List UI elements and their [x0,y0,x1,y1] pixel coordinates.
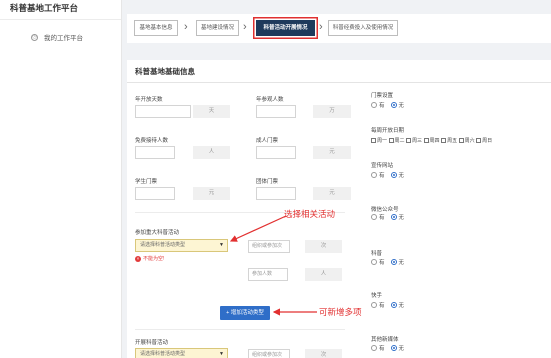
checkbox-wed[interactable]: 周三 [406,137,422,144]
checkbox-thu[interactable]: 周四 [423,137,440,144]
step-funding[interactable]: 科普经费投入及使用情况 [328,20,398,36]
activity2-label: 开展科普活动 [135,340,169,346]
free-reception-unit: 人 [193,146,230,159]
step-construction[interactable]: 基地建设情况 [196,20,239,36]
weekly-open-label: 每周开放日期 [371,128,405,134]
adult-ticket-unit: 元 [313,146,351,159]
radio-yes[interactable]: 有 [371,344,385,352]
radio-no[interactable]: 无 [390,101,404,109]
activity-label: 参加重大科普活动 [135,230,180,236]
ticket-setting-radios: 有 无 [371,101,410,109]
activity-times-input[interactable]: 组织或参加次 [248,240,290,253]
activity-people-placeholder: 参加人数 [252,271,273,277]
activity2-times-input[interactable]: 组织或参加次 [248,349,290,358]
activity-times-unit: 次 [305,240,342,253]
select-activity-annotation: 选择相关活动 [284,209,336,219]
activity2-times-placeholder: 组织或参加次 [252,352,283,358]
activity2-type-select-value: 请选择科普活动类型 [140,351,186,357]
add-activity-type-button[interactable]: + 增加活动类型 [220,306,270,320]
kuaishou-label: 快手 [371,293,383,299]
checkbox-sat[interactable]: 周六 [458,137,475,144]
activity2-times-unit: 次 [305,349,342,358]
open-days-unit: 天 [193,105,230,118]
weibo-radios: 有 无 [371,258,410,266]
ticket-setting-label: 门票设置 [371,93,394,99]
group-ticket-label: 团体门票 [256,179,279,185]
weekly-open-checkboxes: 周一 周二 周三 周四 周五 周六 周日 [371,137,494,144]
error-icon: × [135,255,141,262]
website-radios: 有 无 [371,171,410,179]
chevron-down-icon: ▼ [219,242,224,248]
sidebar-item-my-workbench[interactable]: ◷ 我的工作平台 [31,32,83,42]
group-ticket-input[interactable] [256,187,296,200]
free-reception-input[interactable] [135,146,175,159]
other-media-radios: 有 无 [371,344,410,352]
other-media-label: 其他新媒体 [371,337,399,343]
chevron-right-icon: › [319,21,323,33]
radio-yes[interactable]: 有 [371,213,385,221]
kuaishou-radios: 有 无 [371,301,410,309]
website-label: 宣传网站 [371,163,394,169]
activity-type-select[interactable]: 请选择科普活动类型 ▼ [135,239,228,252]
activity2-type-select[interactable]: 请选择科普活动类型 ▼ [135,348,228,358]
divider [135,329,345,330]
step-nav: 基地基本信息 › 基地建设情况 › 科普活动开展情况 › 科普经费投入及使用情况 [127,14,551,43]
app-brand: 科普基地工作平台 [0,0,121,20]
activity-error-text: 不能为空! [143,256,165,262]
open-days-input[interactable] [135,105,191,118]
checkbox-sun[interactable]: 周日 [476,137,492,144]
radio-no[interactable]: 无 [390,213,404,221]
chevron-down-icon: ▼ [219,351,224,357]
wechat-label: 微信公众号 [371,207,399,213]
checkbox-fri[interactable]: 周五 [441,137,457,144]
radio-no[interactable]: 无 [390,171,404,179]
annual-visitors-unit: 万 [313,105,351,118]
chevron-right-icon: › [243,21,247,33]
adult-ticket-label: 成人门票 [256,138,279,144]
add-more-annotation: 可新增多项 [319,307,362,317]
student-ticket-label: 学生门票 [135,179,158,185]
clock-icon: ◷ [31,33,38,41]
radio-no[interactable]: 无 [390,344,404,352]
free-reception-label: 免费接待人数 [135,138,169,144]
chevron-right-icon: › [184,21,188,33]
radio-no[interactable]: 无 [390,301,404,309]
radio-yes[interactable]: 有 [371,101,385,109]
annual-visitors-label: 年参观人数 [256,97,284,103]
activity-times-placeholder: 组织或参加次 [252,243,283,249]
radio-yes[interactable]: 有 [371,171,385,179]
activity-people-unit: 人 [305,268,342,281]
weibo-label: 科普 [371,251,383,257]
activity-people-input[interactable]: 参加人数 [248,268,288,281]
group-ticket-unit: 元 [313,187,351,200]
annual-visitors-input[interactable] [256,105,296,118]
student-ticket-unit: 元 [193,187,230,200]
checkbox-mon[interactable]: 周一 [371,137,387,144]
radio-yes[interactable]: 有 [371,301,385,309]
radio-yes[interactable]: 有 [371,258,385,266]
step-activities[interactable]: 科普活动开展情况 [256,20,315,36]
activity-type-select-value: 请选择科普活动类型 [140,242,186,248]
adult-ticket-input[interactable] [256,146,296,159]
radio-no[interactable]: 无 [390,258,404,266]
step-basic-info[interactable]: 基地基本信息 [134,20,178,36]
wechat-radios: 有 无 [371,213,410,221]
checkbox-tue[interactable]: 周二 [388,137,405,144]
panel-title: 科普基地基础信息 [127,60,551,83]
open-days-label: 年开放天数 [135,97,163,103]
sidebar: 科普基地工作平台 ◷ 我的工作平台 [0,0,122,358]
student-ticket-input[interactable] [135,187,175,200]
sidebar-item-label: 我的工作平台 [44,35,83,42]
activity-error: × 不能为空! [135,255,164,262]
